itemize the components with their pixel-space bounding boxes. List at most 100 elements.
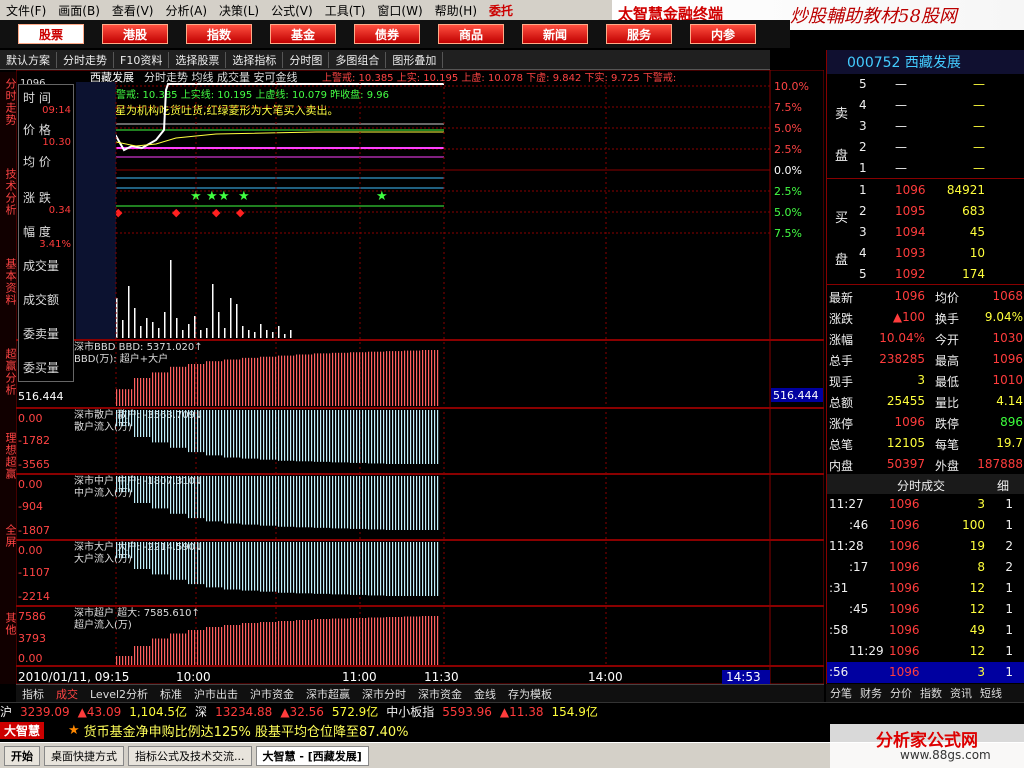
indicator-tab[interactable]: 沪市出击 [188, 686, 244, 702]
buy-level-row[interactable]: 1 1096 84921 [827, 180, 1024, 201]
vertical-tab[interactable]: 分时走势 [0, 78, 17, 126]
pct-axis-label: 5.0% [774, 206, 802, 219]
sell-level-row[interactable]: 5 — — [827, 74, 1024, 95]
indicator-tab[interactable]: 深市分时 [356, 686, 412, 702]
start-button[interactable]: 开始 [4, 745, 40, 766]
vertical-tab[interactable]: 理想超赢 [0, 432, 17, 480]
menu-item[interactable]: 工具(T) [319, 2, 372, 19]
toolbar-item[interactable]: 分时图 [283, 51, 330, 68]
menu-item[interactable]: 帮助(H) [429, 2, 483, 19]
tick-row[interactable]: :45 1096 12 1 [827, 599, 1024, 620]
flow-bar [254, 542, 256, 591]
toolbar-item[interactable]: 分时走势 [57, 51, 114, 68]
indicator-tab[interactable]: 存为模板 [502, 686, 558, 702]
sell-level-row[interactable]: 3 — — [827, 116, 1024, 137]
tick-row[interactable]: 11:29 1096 12 1 [827, 641, 1024, 662]
nav-button[interactable]: 新闻 [522, 24, 588, 44]
nav-button[interactable]: 指数 [186, 24, 252, 44]
toolbar-item[interactable]: 默认方案 [0, 51, 57, 68]
flow-bar [374, 476, 376, 530]
menu-trade[interactable]: 委托 [483, 2, 519, 19]
flow-bar [269, 410, 271, 460]
toolbar-item[interactable]: 选择指标 [226, 51, 284, 68]
ticks-header[interactable]: 分时成交 细 [827, 474, 1024, 494]
indicator-tab[interactable]: 沪市资金 [244, 686, 300, 702]
buy-level-row[interactable]: 4 1093 10 [827, 243, 1024, 264]
flow-bar [275, 542, 277, 592]
indicator-tab[interactable]: 标准 [154, 686, 188, 702]
toolbar-item[interactable]: 图形叠加 [386, 51, 444, 68]
nav-button[interactable]: 基金 [270, 24, 336, 44]
tick-row[interactable]: 11:27 1096 3 1 [827, 494, 1024, 515]
nav-button[interactable]: 债券 [354, 24, 420, 44]
sell-level-row[interactable]: 2 — — [827, 137, 1024, 158]
nav-button[interactable]: 股票 [18, 24, 84, 44]
tick-row[interactable]: :56 1096 3 1 [827, 662, 1024, 683]
vertical-tab[interactable]: 基本资料 [0, 258, 17, 306]
panel-tab[interactable]: 分价 [886, 685, 916, 701]
flow-bar [209, 542, 211, 588]
flow-bar [380, 351, 382, 406]
flow-bar [374, 617, 376, 666]
flow-bar [167, 372, 169, 406]
buy-level-row[interactable]: 3 1094 45 [827, 222, 1024, 243]
pct-axis-label: 0.0% [774, 164, 802, 177]
flow-bar [206, 542, 208, 588]
menu-item[interactable]: 画面(B) [52, 2, 106, 19]
level-number: 4 [859, 246, 867, 260]
flow-bar [299, 476, 301, 528]
menu-item[interactable]: 查看(V) [106, 2, 160, 19]
buy-level-row[interactable]: 5 1092 174 [827, 264, 1024, 285]
flow-bar [371, 351, 373, 406]
nav-button[interactable]: 内参 [690, 24, 756, 44]
indicator-tab[interactable]: 深市超赢 [300, 686, 356, 702]
tick-row[interactable]: :17 1096 8 2 [827, 557, 1024, 578]
menu-item[interactable]: 窗口(W) [371, 2, 428, 19]
tick-row[interactable]: 11:28 1096 19 2 [827, 536, 1024, 557]
news-text[interactable]: 货币基金净申购比例达125% 股基平均仓位降至87.40% [84, 721, 409, 740]
menu-item[interactable]: 公式(V) [265, 2, 319, 19]
panel-tab[interactable]: 财务 [856, 685, 886, 701]
toolbar-item[interactable]: 选择股票 [169, 51, 227, 68]
menu-item[interactable]: 文件(F) [0, 2, 52, 19]
vertical-tab[interactable]: 全屏 [0, 524, 17, 548]
nav-button[interactable]: 港股 [102, 24, 168, 44]
indicator-tab[interactable]: 成交 [50, 686, 84, 702]
tick-row[interactable]: :58 1096 49 1 [827, 620, 1024, 641]
taskbar-item[interactable]: 指标公式及技术交流... [128, 745, 252, 766]
volume-bar [284, 334, 286, 338]
flow-bar [185, 542, 187, 580]
sell-level-row[interactable]: 4 — — [827, 95, 1024, 116]
nav-button[interactable]: 商品 [438, 24, 504, 44]
indicator-tab[interactable]: Level2分析 [84, 686, 154, 702]
ticks-detail-button[interactable]: 细 [997, 477, 1009, 494]
vertical-tab[interactable]: 技术分析 [0, 168, 17, 216]
panel-tab[interactable]: 指数 [916, 685, 946, 701]
flow-bar [356, 410, 358, 463]
indicator-tab[interactable]: 金线 [468, 686, 502, 702]
panel-tab[interactable]: 分笔 [826, 685, 856, 701]
menu-item[interactable]: 决策(L) [213, 2, 265, 19]
flow-bar [203, 630, 205, 666]
panel-tab[interactable]: 短线 [976, 685, 1006, 701]
indicator-tab[interactable]: 指标 [16, 686, 50, 702]
flow-bar [155, 476, 157, 509]
tick-row[interactable]: :46 1096 100 1 [827, 515, 1024, 536]
vertical-tab[interactable]: 超赢分析 [0, 348, 17, 396]
menu-item[interactable]: 分析(A) [159, 2, 213, 19]
buy-level-row[interactable]: 2 1095 683 [827, 201, 1024, 222]
toolbar-item[interactable]: F10资料 [114, 51, 170, 68]
nav-button[interactable]: 服务 [606, 24, 672, 44]
sell-level-row[interactable]: 1 — — [827, 158, 1024, 179]
taskbar-item[interactable]: 桌面快捷方式 [44, 745, 124, 766]
vertical-tab[interactable]: 其他 [0, 612, 17, 636]
flow-bar [422, 350, 424, 406]
chart-area[interactable]: 西藏发展 分时走势 均线 成交量 安可金线 上警戒: 10.385 上实: 10.1… [16, 70, 824, 684]
indicator-tab[interactable]: 深市资金 [412, 686, 468, 702]
flow-bar [158, 372, 160, 406]
toolbar-item[interactable]: 多图组合 [329, 51, 387, 68]
tick-row[interactable]: :31 1096 12 1 [827, 578, 1024, 599]
panel-tab[interactable]: 资讯 [946, 685, 976, 701]
taskbar-item[interactable]: 大智慧 - [西藏发展] [255, 745, 369, 766]
flow-bar [164, 372, 166, 406]
